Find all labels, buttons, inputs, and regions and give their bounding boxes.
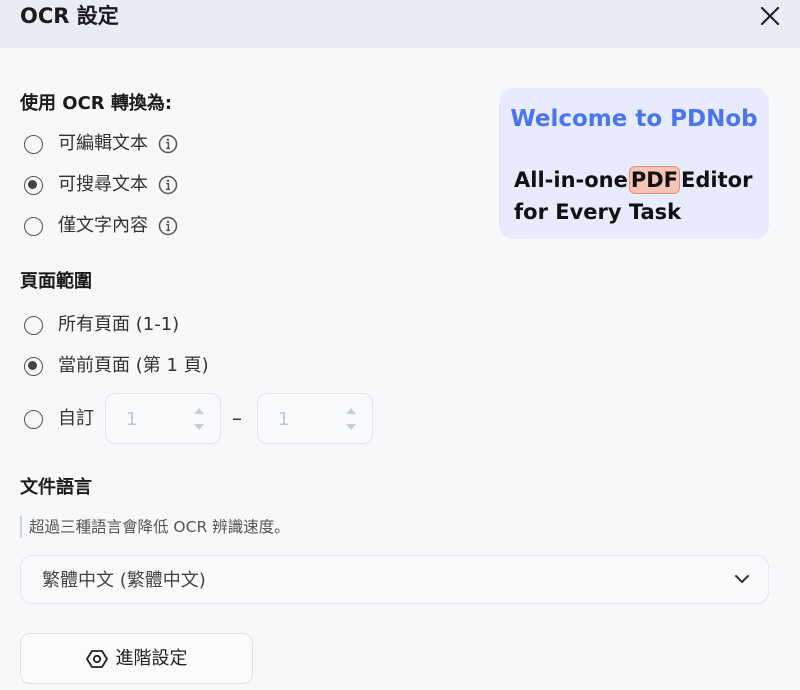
page-range-heading: 頁面範圍 [20, 271, 92, 292]
banner-line-1: All-in-one PDF Editor [514, 164, 752, 196]
banner-text: All-in-one [514, 168, 628, 192]
radio-label: 當前頁面 (第 1 頁) [58, 355, 209, 376]
ocr-settings-dialog: OCR 設定 使用 OCR 轉換為: 可編輯文本 可搜尋文本 僅文字內容 Wel… [0, 0, 800, 690]
banner-text: Editor [681, 168, 753, 192]
banner-body: All-in-one PDF Editor for Every Task [514, 164, 752, 228]
radio-text-only[interactable]: 僅文字內容 [24, 212, 178, 240]
radio-current-page[interactable]: 當前頁面 (第 1 頁) [24, 352, 209, 380]
radio-button[interactable] [24, 315, 43, 335]
chevron-down-icon[interactable] [192, 421, 206, 433]
hexagon-gear-icon [85, 649, 108, 668]
language-hint: 超過三種語言會降低 OCR 辨識速度。 [20, 516, 290, 538]
convert-heading: 使用 OCR 轉換為: [20, 93, 173, 114]
radio-label: 可編輯文本 [58, 133, 148, 154]
info-icon[interactable] [158, 134, 178, 154]
range-from-value: 1 [126, 409, 138, 430]
radio-label: 可搜尋文本 [58, 174, 148, 195]
promo-banner[interactable]: Welcome to PDNob All-in-one PDF Editor for… [499, 88, 769, 239]
range-separator: – [232, 406, 242, 430]
info-icon[interactable] [158, 175, 178, 195]
advanced-settings-button[interactable]: 進階設定 [20, 633, 253, 684]
advanced-settings-label: 進階設定 [115, 647, 188, 669]
radio-button[interactable] [24, 134, 43, 154]
banner-title: Welcome to PDNob [510, 106, 758, 132]
radio-label: 僅文字內容 [58, 215, 148, 236]
chevron-up-icon[interactable] [192, 405, 206, 417]
chevron-up-icon[interactable] [344, 405, 358, 417]
radio-button[interactable] [24, 175, 43, 195]
radio-editable-text[interactable]: 可編輯文本 [24, 130, 178, 158]
banner-line-2: for Every Task [514, 200, 682, 224]
radio-button[interactable] [24, 409, 43, 429]
close-icon[interactable] [756, 2, 784, 30]
dialog-header: OCR 設定 [0, 0, 800, 48]
radio-label: 所有頁面 (1-1) [58, 314, 180, 335]
language-selected-value: 繁體中文 (繁體中文) [42, 570, 206, 591]
chevron-down-icon [735, 575, 749, 583]
radio-button[interactable] [24, 216, 43, 236]
range-to-input[interactable]: 1 [257, 393, 373, 444]
radio-button[interactable] [24, 356, 43, 376]
radio-searchable-text[interactable]: 可搜尋文本 [24, 171, 178, 199]
radio-all-pages[interactable]: 所有頁面 (1-1) [24, 311, 179, 339]
dialog-title: OCR 設定 [20, 4, 119, 28]
language-select[interactable]: 繁體中文 (繁體中文) [20, 555, 769, 604]
range-to-value: 1 [278, 409, 290, 430]
info-icon[interactable] [158, 216, 178, 236]
range-from-input[interactable]: 1 [105, 393, 221, 444]
radio-custom-range[interactable]: 自訂 [24, 405, 94, 433]
pdf-highlight: PDF [628, 166, 681, 194]
language-heading: 文件語言 [20, 477, 92, 498]
radio-label: 自訂 [58, 408, 94, 429]
chevron-down-icon[interactable] [344, 421, 358, 433]
